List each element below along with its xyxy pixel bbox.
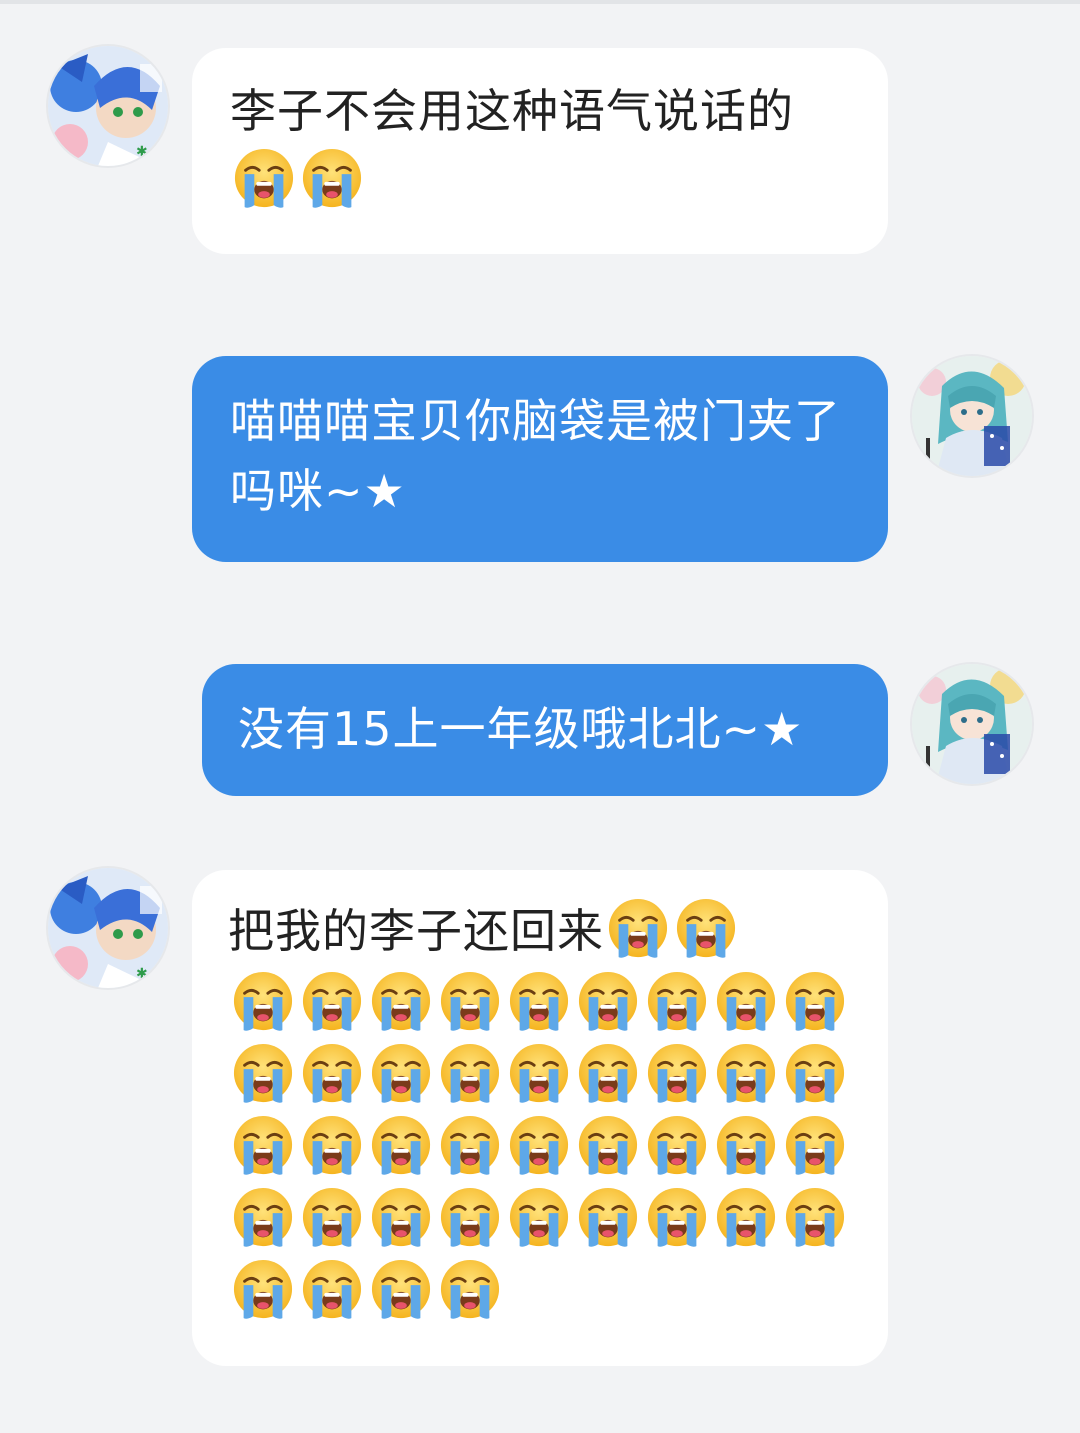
my-avatar[interactable] (912, 664, 1032, 784)
loudly-crying-face-icon (370, 1258, 432, 1320)
loudly-crying-face-icon (232, 1186, 294, 1248)
loudly-crying-face-icon (646, 1042, 708, 1104)
contact-avatar[interactable]: ✱ (48, 868, 168, 988)
loudly-crying-face-icon (607, 897, 669, 959)
message-bubble-incoming[interactable]: 李子不会用这种语气说话的 (192, 48, 888, 254)
loudly-crying-face-icon (646, 970, 708, 1032)
loudly-crying-face-icon (439, 970, 501, 1032)
loudly-crying-face-icon (232, 1042, 294, 1104)
message-text: 喵喵喵宝贝你脑袋是被门夹了吗咪~★ (230, 394, 841, 518)
contact-avatar[interactable]: ✱ (48, 46, 168, 166)
message-bubble-outgoing[interactable]: 喵喵喵宝贝你脑袋是被门夹了吗咪~★ (192, 356, 888, 562)
loudly-crying-face-icon (233, 147, 295, 209)
loudly-crying-face-icon (715, 970, 777, 1032)
loudly-crying-face-icon (715, 1114, 777, 1176)
message-text: 没有15上一年级哦北北~★ (238, 702, 804, 756)
message-bubble-incoming[interactable]: 把我的李子还回来 (192, 870, 888, 1366)
emoji-grid (228, 966, 868, 1326)
loudly-crying-face-icon (301, 1042, 363, 1104)
loudly-crying-face-icon (301, 1186, 363, 1248)
top-divider (0, 0, 1080, 4)
loudly-crying-face-icon (370, 1042, 432, 1104)
message-text: 把我的李子还回来 (228, 904, 604, 958)
loudly-crying-face-icon (715, 1042, 777, 1104)
loudly-crying-face-icon (370, 970, 432, 1032)
loudly-crying-face-icon (577, 970, 639, 1032)
loudly-crying-face-icon (232, 970, 294, 1032)
message-bubble-outgoing[interactable]: 没有15上一年级哦北北~★ (202, 664, 888, 796)
loudly-crying-face-icon (675, 897, 737, 959)
svg-text:✱: ✱ (136, 144, 148, 160)
loudly-crying-face-icon (646, 1186, 708, 1248)
loudly-crying-face-icon (577, 1114, 639, 1176)
my-avatar[interactable] (912, 356, 1032, 476)
loudly-crying-face-icon (301, 970, 363, 1032)
loudly-crying-face-icon (508, 1186, 570, 1248)
loudly-crying-face-icon (301, 1258, 363, 1320)
loudly-crying-face-icon (508, 1042, 570, 1104)
loudly-crying-face-icon (715, 1186, 777, 1248)
loudly-crying-face-icon (646, 1114, 708, 1176)
loudly-crying-face-icon (784, 1186, 846, 1248)
loudly-crying-face-icon (784, 1042, 846, 1104)
loudly-crying-face-icon (508, 1114, 570, 1176)
loudly-crying-face-icon (784, 970, 846, 1032)
loudly-crying-face-icon (439, 1114, 501, 1176)
loudly-crying-face-icon (370, 1114, 432, 1176)
loudly-crying-face-icon (577, 1186, 639, 1248)
svg-text:✱: ✱ (136, 966, 148, 982)
loudly-crying-face-icon (232, 1114, 294, 1176)
loudly-crying-face-icon (370, 1186, 432, 1248)
loudly-crying-face-icon (439, 1186, 501, 1248)
loudly-crying-face-icon (508, 970, 570, 1032)
message-text: 李子不会用这种语气说话的 (230, 84, 794, 138)
loudly-crying-face-icon (301, 147, 363, 209)
loudly-crying-face-icon (301, 1114, 363, 1176)
loudly-crying-face-icon (439, 1258, 501, 1320)
loudly-crying-face-icon (232, 1258, 294, 1320)
loudly-crying-face-icon (784, 1114, 846, 1176)
loudly-crying-face-icon (577, 1042, 639, 1104)
loudly-crying-face-icon (439, 1042, 501, 1104)
